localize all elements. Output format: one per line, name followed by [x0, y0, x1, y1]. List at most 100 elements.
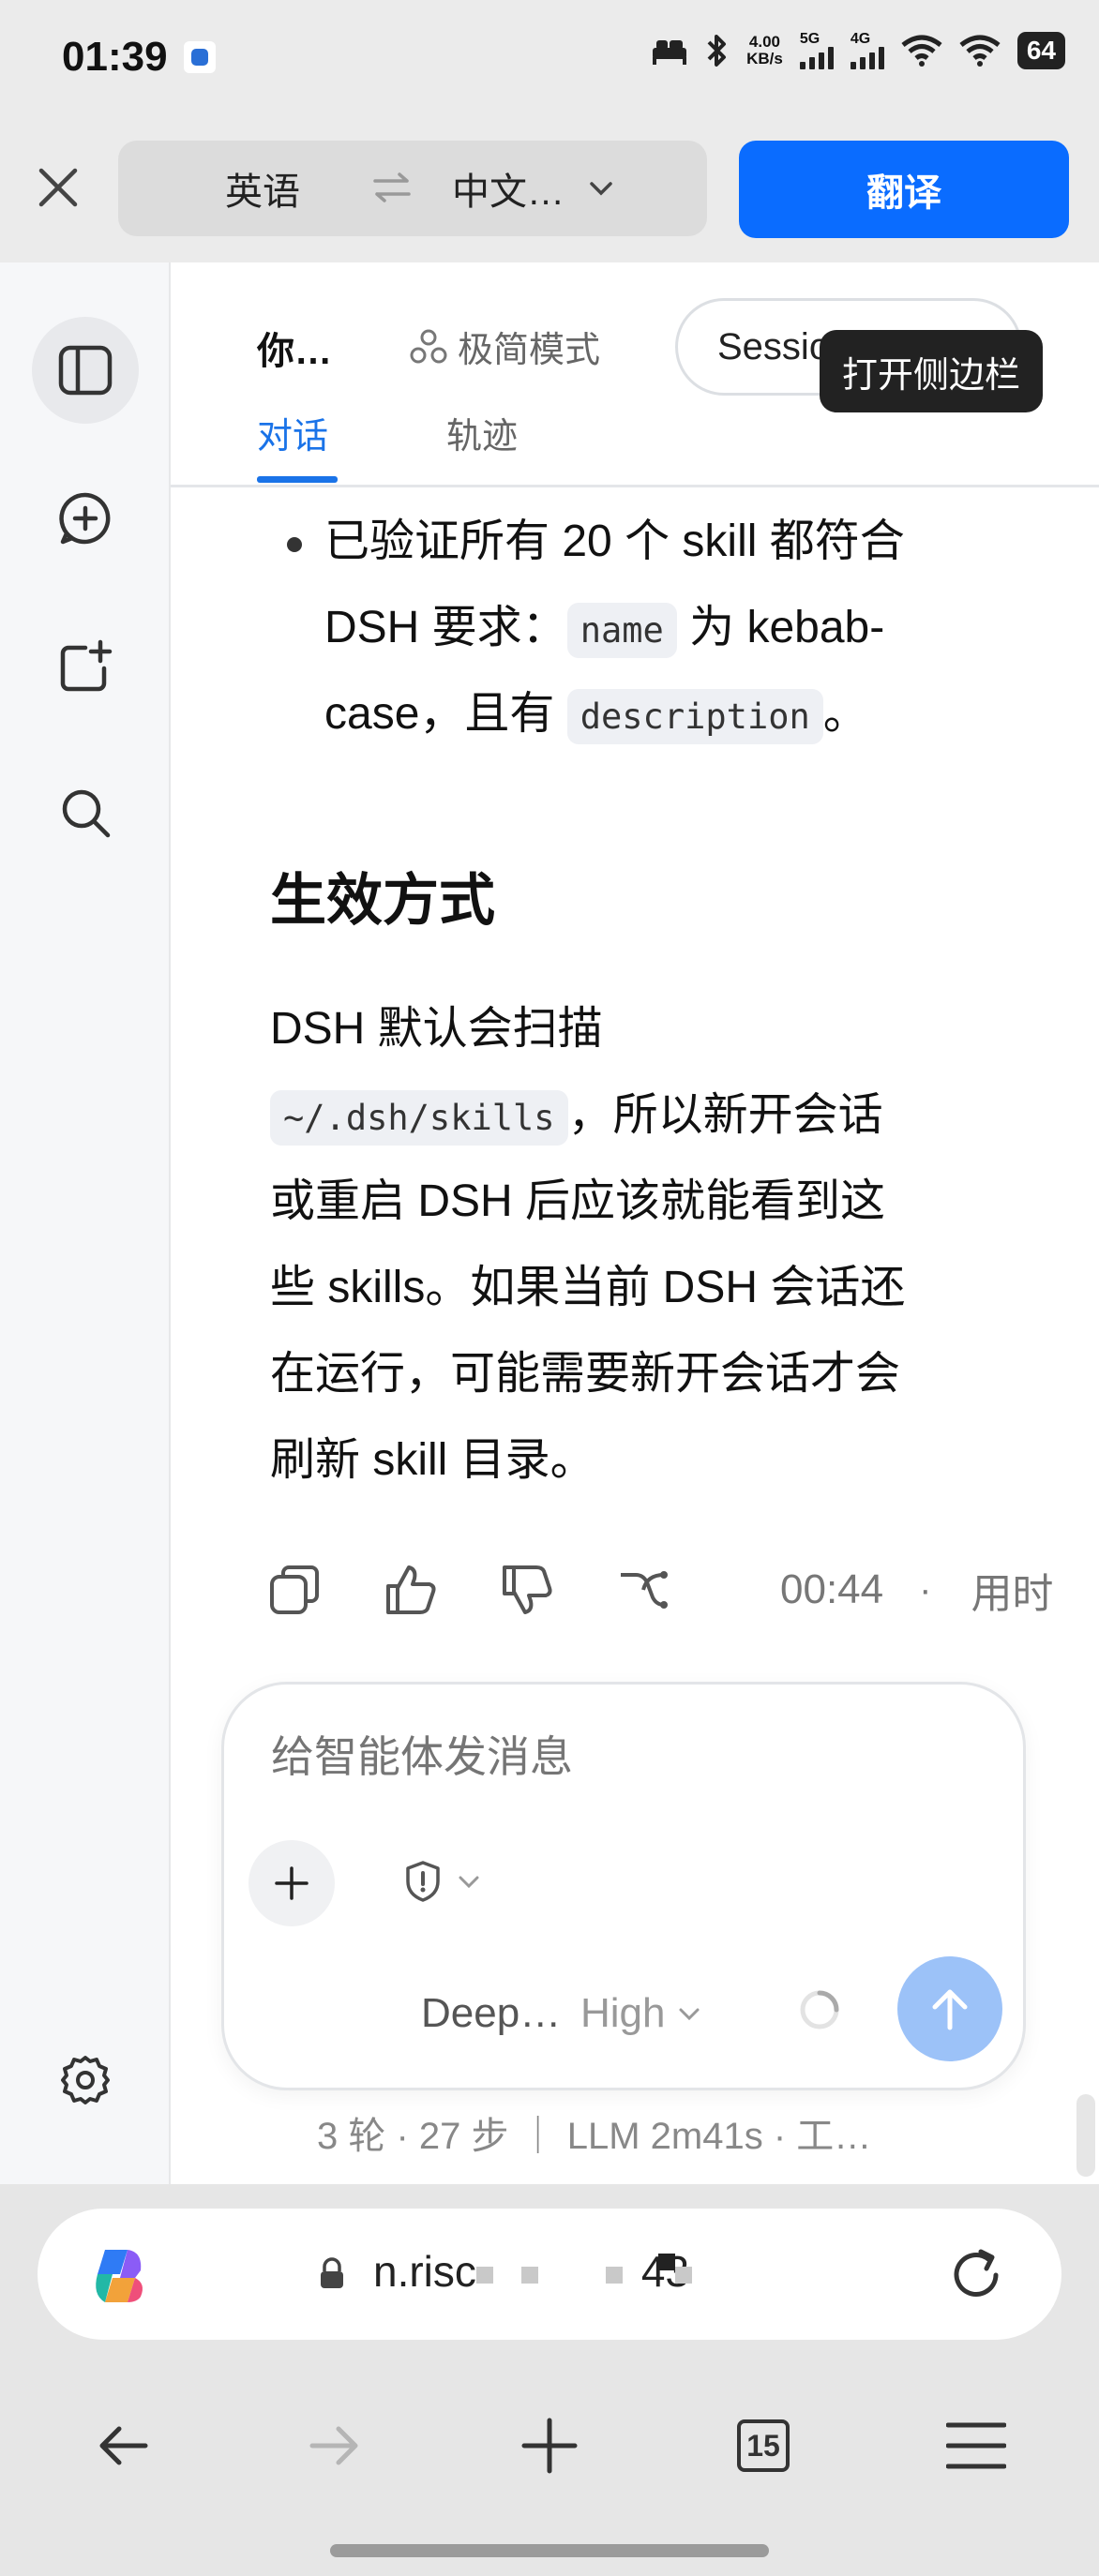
chat-title[interactable]: 你… [257, 321, 332, 375]
tab-count: 15 [737, 2419, 790, 2472]
new-project-button[interactable] [32, 613, 139, 720]
swap-icon[interactable] [371, 171, 413, 204]
menu-button[interactable] [943, 2413, 1009, 2479]
message-text: 已验证所有 20 个 skill 都符合 [324, 517, 905, 566]
branch-icon[interactable] [615, 1562, 671, 1618]
thumbs-down-icon[interactable] [499, 1562, 555, 1618]
effort-selector[interactable]: High [580, 1990, 703, 2037]
status-bar: 01:39 4.00 KB/s 5G 4G 64 [0, 0, 1099, 112]
battery-icon: 64 [1016, 32, 1065, 69]
scrollbar-thumb[interactable] [1076, 2094, 1095, 2177]
target-language[interactable]: 中文… [452, 161, 565, 216]
new-chat-button[interactable] [32, 465, 139, 572]
minimal-mode-button[interactable]: 极简模式 [409, 321, 600, 372]
message-text: DSH 默认会扫描 [270, 1004, 603, 1054]
separator: · [919, 1568, 932, 1610]
message-input[interactable] [271, 1731, 965, 1782]
arrow-left-icon [99, 2426, 148, 2465]
settings-button[interactable] [32, 2027, 139, 2134]
duration-label: 用时 [971, 1571, 1054, 1617]
status-time: 01:39 [62, 34, 168, 80]
message-text: 在运行，可能需要新开会话才会 [270, 1349, 901, 1399]
permission-dropdown[interactable] [402, 1859, 483, 1904]
sidebar-tooltip: 打开侧边栏 [820, 330, 1044, 412]
translate-button[interactable]: 翻译 [739, 141, 1069, 238]
model-selector[interactable]: Deep… [421, 1990, 561, 2037]
send-button[interactable] [897, 1956, 1002, 2061]
folder-plus-icon [60, 639, 113, 692]
arrow-up-icon [932, 1989, 968, 2030]
message-composer: Deep… High [221, 1682, 1026, 2090]
sidebar [0, 262, 171, 2184]
bullet-dot [287, 537, 302, 552]
forward-button[interactable] [302, 2413, 368, 2479]
active-tab-indicator [257, 476, 338, 483]
plus-icon [521, 2418, 578, 2474]
tab-chat[interactable]: 对话 [257, 407, 328, 458]
search-icon [62, 789, 111, 838]
run-stats: 3 轮 · 27 步 ｜ LLM 2m41s · 工… [317, 2116, 872, 2157]
message-text: 刷新 skill 目录。 [270, 1435, 595, 1485]
redaction-block [521, 2267, 538, 2284]
message-actions: 00:44 · 用时 [266, 1560, 1053, 1620]
section-heading: 生效方式 [270, 869, 495, 932]
status-icons: 4.00 KB/s 5G 4G 64 [651, 32, 1065, 69]
inline-code: description [566, 689, 823, 744]
bed-icon [653, 40, 687, 65]
browser-toolbar: n.risc 43 15 [0, 2184, 1099, 2576]
inline-code: name [566, 603, 677, 658]
message-text: 些 skills。如果当前 DSH 会话还 [270, 1263, 906, 1312]
signal-5g-icon: 5G [799, 32, 834, 69]
new-tab-button[interactable] [517, 2413, 582, 2479]
bluetooth-icon [707, 35, 727, 67]
translation-bar: 英语 中文… 翻译 [0, 112, 1099, 262]
address-bar[interactable]: n.risc 43 [38, 2209, 1061, 2340]
redaction-block [606, 2267, 623, 2284]
loading-spinner-icon [800, 1990, 839, 2029]
tab-trace[interactable]: 轨迹 [446, 407, 518, 458]
tabs-button[interactable]: 15 [730, 2413, 796, 2479]
reload-icon[interactable] [943, 2242, 1009, 2308]
lock-icon [321, 2257, 343, 2288]
chevron-down-icon [459, 1876, 479, 1889]
thumbs-up-icon[interactable] [383, 1562, 439, 1618]
net-speed: 4.00 KB/s [746, 33, 783, 67]
redaction-block [476, 2267, 493, 2284]
message-text: ~/.dsh/skills ，所以新开会话 [270, 1072, 883, 1161]
add-attachment-button[interactable] [248, 1840, 335, 1926]
sidebar-icon [58, 345, 113, 396]
message-text: DSH 要求： name 为 kebab- [324, 585, 884, 674]
gear-icon [61, 2056, 110, 2104]
wifi-icon [959, 35, 1001, 67]
signal-4g-icon: 4G [850, 32, 884, 69]
chevron-down-icon[interactable] [587, 174, 615, 202]
toggle-sidebar-button[interactable] [32, 317, 139, 424]
app-notification-icon [184, 41, 216, 73]
chat-plus-icon [59, 492, 111, 545]
redaction-block [675, 2267, 692, 2284]
home-indicator [330, 2544, 769, 2557]
chevron-down-icon [679, 2008, 699, 2021]
inline-code: ~/.dsh/skills [270, 1090, 568, 1146]
language-selector[interactable]: 英语 中文… [118, 141, 707, 236]
search-button[interactable] [32, 759, 139, 866]
copilot-logo-icon[interactable] [86, 2242, 154, 2310]
message-text: 或重启 DSH 后应该就能看到这 [270, 1176, 886, 1226]
close-icon[interactable] [32, 161, 84, 214]
web-page: 你… 极简模式 Session 打开侧边栏 对话 轨迹 已验证所有 20 个 s… [0, 262, 1099, 2184]
shapes-icon [410, 329, 447, 363]
copy-icon[interactable] [266, 1562, 323, 1618]
back-button[interactable] [90, 2413, 156, 2479]
chat-header: 你… 极简模式 Session 打开侧边栏 对话 轨迹 [171, 262, 1099, 487]
plus-icon [275, 1866, 309, 1900]
message-text: case，且有 description。 [324, 671, 868, 760]
source-language[interactable]: 英语 [225, 161, 300, 216]
message-time: 00:44 [780, 1566, 884, 1612]
minimal-mode-label: 极简模式 [458, 331, 601, 370]
wifi-icon [901, 35, 942, 67]
redaction-block [658, 2254, 675, 2270]
effort-label: High [580, 1990, 666, 2036]
shield-icon [406, 1861, 440, 1902]
hamburger-menu-icon [946, 2422, 1006, 2469]
arrow-right-icon [309, 2426, 358, 2465]
